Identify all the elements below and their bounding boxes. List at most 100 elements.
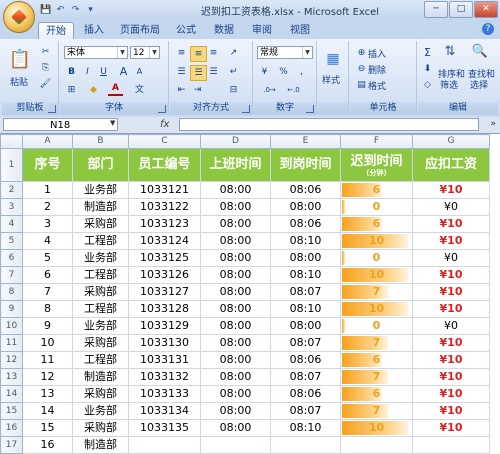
increase-decimal-icon[interactable]: .0→: [262, 83, 277, 97]
tab-view[interactable]: 视图: [286, 22, 314, 39]
decrease-decimal-icon[interactable]: ←.0: [286, 83, 301, 97]
cell-deduction[interactable]: ¥10: [412, 232, 490, 250]
cell-emp-id[interactable]: 1033131: [128, 351, 201, 369]
cell-emp-id[interactable]: 1033134: [128, 402, 201, 420]
cell-seq[interactable]: 9: [22, 317, 73, 335]
cut-icon[interactable]: ✂: [38, 45, 53, 59]
number-launcher-icon[interactable]: [306, 105, 314, 113]
row-header[interactable]: 9: [0, 300, 23, 318]
comma-button[interactable]: ,: [294, 65, 309, 79]
cell-deduction[interactable]: ¥10: [412, 334, 490, 352]
cell-arrive-time[interactable]: 08:10: [270, 419, 341, 437]
cell-dept[interactable]: 制造部: [72, 198, 129, 216]
tab-insert[interactable]: 插入: [80, 22, 108, 39]
row-header[interactable]: 17: [0, 436, 23, 454]
cell-late-time[interactable]: 7: [340, 334, 413, 352]
cell-late-time[interactable]: 10: [340, 300, 413, 318]
cell-seq[interactable]: 3: [22, 215, 73, 233]
cell-dept[interactable]: 业务部: [72, 249, 129, 267]
cell-late-time[interactable]: 6: [340, 351, 413, 369]
insert-icon[interactable]: ⊕: [354, 46, 369, 60]
cell-dept[interactable]: 采购部: [72, 215, 129, 233]
cell-deduction[interactable]: ¥10: [412, 215, 490, 233]
borders-icon[interactable]: ⊞: [64, 83, 79, 97]
cell-seq[interactable]: 5: [22, 249, 73, 267]
delete-button[interactable]: 删除: [368, 63, 386, 76]
expand-formula-icon[interactable]: »: [490, 119, 496, 129]
increase-indent-icon[interactable]: ⇥: [190, 83, 205, 97]
cell-seq[interactable]: 12: [22, 368, 73, 386]
row-header[interactable]: 6: [0, 249, 23, 267]
paste-button[interactable]: 粘贴: [10, 75, 28, 88]
row-header[interactable]: 15: [0, 402, 23, 420]
cell-late-time[interactable]: 0: [340, 249, 413, 267]
cell-seq[interactable]: 2: [22, 198, 73, 216]
cell-work-time[interactable]: 08:00: [200, 385, 271, 403]
cell-seq[interactable]: 16: [22, 436, 73, 454]
cell-dept[interactable]: 工程部: [72, 300, 129, 318]
cell-late-time[interactable]: 0: [340, 317, 413, 335]
cell-arrive-time[interactable]: [270, 436, 341, 454]
cell-deduction[interactable]: ¥0: [412, 198, 490, 216]
cell-seq[interactable]: 1: [22, 181, 73, 199]
cell-deduction[interactable]: ¥0: [412, 249, 490, 267]
fill-icon[interactable]: ⬇: [420, 62, 435, 76]
cell-deduction[interactable]: ¥10: [412, 351, 490, 369]
save-icon[interactable]: 💾: [40, 5, 51, 16]
cell-deduction[interactable]: ¥10: [412, 402, 490, 420]
undo-icon[interactable]: ↶: [55, 5, 66, 16]
cell-dept[interactable]: 采购部: [72, 334, 129, 352]
cell-emp-id[interactable]: [128, 436, 201, 454]
office-button[interactable]: [3, 1, 35, 33]
cell-dept[interactable]: 制造部: [72, 436, 129, 454]
cell-seq[interactable]: 13: [22, 385, 73, 403]
row-header[interactable]: 4: [0, 215, 23, 233]
cell-late-time[interactable]: [340, 436, 413, 454]
cell-arrive-time[interactable]: 08:07: [270, 402, 341, 420]
cell-work-time[interactable]: 08:00: [200, 300, 271, 318]
chevron-down-icon[interactable]: ▼: [110, 119, 115, 127]
cell-arrive-time[interactable]: 08:06: [270, 351, 341, 369]
cell-emp-id[interactable]: 1033130: [128, 334, 201, 352]
number-format-select[interactable]: 常规 ▼: [257, 46, 313, 59]
cell-arrive-time[interactable]: 08:06: [270, 215, 341, 233]
cell-seq[interactable]: 6: [22, 266, 73, 284]
cell-work-time[interactable]: [200, 436, 271, 454]
header-dept[interactable]: 部门: [72, 148, 129, 182]
cell-work-time[interactable]: 08:00: [200, 402, 271, 420]
column-header-g[interactable]: G: [412, 134, 490, 149]
copy-icon[interactable]: ⎘: [38, 61, 53, 75]
cell-seq[interactable]: 4: [22, 232, 73, 250]
find-select-icon[interactable]: 🔍: [470, 45, 490, 63]
cell-dept[interactable]: 采购部: [72, 283, 129, 301]
cell-late-time[interactable]: 0: [340, 198, 413, 216]
header-emp-id[interactable]: 员工编号: [128, 148, 201, 182]
font-color-button[interactable]: A: [108, 83, 123, 96]
cell-late-time[interactable]: 6: [340, 181, 413, 199]
format-icon[interactable]: ▤: [354, 78, 369, 92]
row-header[interactable]: 8: [0, 283, 23, 301]
tab-page-layout[interactable]: 页面布局: [118, 22, 162, 39]
cell-late-time[interactable]: 6: [340, 215, 413, 233]
cell-dept[interactable]: 制造部: [72, 368, 129, 386]
cell-work-time[interactable]: 08:00: [200, 334, 271, 352]
cell-emp-id[interactable]: 1033132: [128, 368, 201, 386]
cell-arrive-time[interactable]: 08:06: [270, 385, 341, 403]
row-header[interactable]: 13: [0, 368, 23, 386]
clipboard-launcher-icon[interactable]: [48, 105, 56, 113]
header-arrive-time[interactable]: 到岗时间: [270, 148, 341, 182]
column-header-a[interactable]: A: [22, 134, 73, 149]
cell-emp-id[interactable]: 1033135: [128, 419, 201, 437]
row-header[interactable]: 12: [0, 351, 23, 369]
cell-seq[interactable]: 7: [22, 283, 73, 301]
row-header[interactable]: 3: [0, 198, 23, 216]
cell-arrive-time[interactable]: 08:10: [270, 266, 341, 284]
cell-dept[interactable]: 工程部: [72, 266, 129, 284]
cell-emp-id[interactable]: 1033133: [128, 385, 201, 403]
cell-dept[interactable]: 业务部: [72, 402, 129, 420]
cell-seq[interactable]: 8: [22, 300, 73, 318]
align-left-icon[interactable]: ☰: [174, 65, 189, 79]
cell-emp-id[interactable]: 1033127: [128, 283, 201, 301]
cell-grid[interactable]: A B C D E F G 1 序号 部门 员工编号 上班时间 到岗时间 迟到时…: [0, 134, 490, 454]
tab-formulas[interactable]: 公式: [172, 22, 200, 39]
